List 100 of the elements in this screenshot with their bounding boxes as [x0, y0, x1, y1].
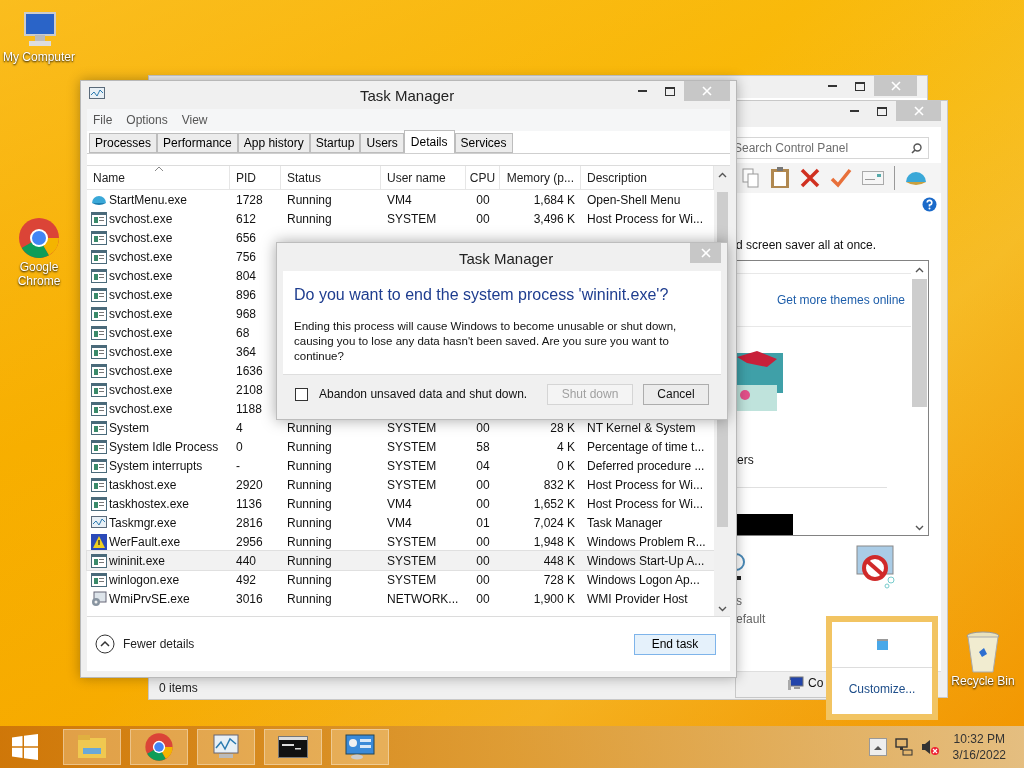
user-cell-text: SYSTEM [386, 419, 438, 437]
status-cell-text: Running [286, 191, 333, 209]
memory-cell-text: 4 K [556, 438, 576, 456]
pid-cell-text: 1188 [235, 400, 263, 418]
process-name: Taskmgr.exe [109, 514, 177, 532]
status-cell-text: Running [286, 552, 333, 570]
pid-cell-text: 756 [235, 248, 258, 266]
memory-cell-text: 1,684 K [532, 191, 576, 209]
theme-name: ers [737, 452, 755, 469]
status-cell-text: Running [286, 457, 333, 475]
status-cell-text: Running [286, 210, 333, 228]
process-name: System Idle Process [109, 438, 219, 456]
description-cell-text: Host Process for Wi... [586, 210, 705, 228]
pid-cell-text: 0 [235, 438, 244, 456]
user-cell-text: SYSTEM [386, 457, 438, 475]
user-cell-text: VM4 [386, 514, 413, 532]
pid-cell-text: 612 [235, 210, 258, 228]
status-cell-text: Running [286, 419, 333, 437]
memory-cell-text: 1,900 K [532, 590, 576, 608]
pid-cell-text: 3016 [235, 590, 264, 608]
setting-label: efault [736, 611, 766, 628]
description-cell-text: Host Process for Wi... [586, 495, 705, 513]
setting-label: s [736, 593, 743, 610]
status-text: Co [808, 674, 824, 692]
process-name: svchost.exe [109, 248, 173, 266]
pid-cell-text: 656 [235, 229, 258, 247]
memory-cell-text: 1,948 K [532, 533, 576, 551]
description-cell-text: Task Manager [586, 514, 664, 532]
process-name: StartMenu.exe [109, 191, 188, 209]
cpu-cell-text: 04 [475, 457, 491, 475]
user-cell-text: SYSTEM [386, 438, 438, 456]
user-cell-text: SYSTEM [386, 552, 438, 570]
process-name: System [109, 419, 149, 437]
status-cell-text: Running [286, 495, 333, 513]
user-cell-text: SYSTEM [386, 533, 438, 551]
process-name: svchost.exe [109, 324, 173, 342]
pid-cell-text: 2956 [235, 533, 264, 551]
user-cell-text: SYSTEM [386, 571, 438, 589]
memory-cell-text: 1,652 K [532, 495, 576, 513]
cpu-cell-text: 00 [475, 419, 491, 437]
description-cell-text: Open-Shell Menu [586, 191, 682, 209]
process-name: svchost.exe [109, 210, 173, 228]
pid-cell-text: 1636 [235, 362, 264, 380]
dialog-message: Ending this process will cause Windows to become unusable or shut down, causing you to lose any data hasn't been saved. Are you sure you want to continue? [294, 319, 678, 364]
user-cell-text: VM4 [386, 495, 413, 513]
pid-cell-text: 364 [235, 343, 258, 361]
description-cell-text: WMI Provider Host [586, 590, 689, 608]
pid-cell-text: - [235, 457, 241, 475]
process-name: svchost.exe [109, 267, 173, 285]
status-cell-text: Running [286, 438, 333, 456]
description-cell-text: Windows Start-Up A... [586, 552, 706, 570]
clock-date: 3/16/2022 [952, 747, 1006, 763]
memory-cell-text: 7,024 K [532, 514, 576, 532]
window-title: Task Manager [360, 86, 455, 106]
process-name: svchost.exe [109, 381, 173, 399]
pid-cell-text: 1136 [235, 495, 263, 513]
process-name: svchost.exe [109, 400, 173, 418]
cpu-cell-text: 00 [475, 210, 491, 228]
description-cell-text: Windows Logon Ap... [586, 571, 701, 589]
status-cell-text: Running [286, 514, 333, 532]
process-name: svchost.exe [109, 305, 173, 323]
pid-cell-text: 804 [235, 267, 258, 285]
cpu-cell-text: 01 [475, 514, 491, 532]
status-cell-text: Running [286, 533, 333, 551]
memory-cell-text: 28 K [549, 419, 576, 437]
process-name: svchost.exe [109, 362, 173, 380]
status-text: 0 items [159, 679, 198, 697]
process-name: taskhostex.exe [109, 495, 190, 513]
pid-cell-text: 2920 [235, 476, 264, 494]
dialog-title: Task Manager [459, 249, 554, 269]
dialog-heading: Do you want to end the system process 'wininit.exe'? [294, 285, 670, 305]
process-name: WmiPrvSE.exe [109, 590, 190, 608]
cpu-cell-text: 00 [475, 495, 491, 513]
memory-cell-text: 728 K [542, 571, 576, 589]
status-cell-text: Running [286, 571, 333, 589]
description-cell-text: Deferred procedure ... [586, 457, 706, 475]
description-cell-text: NT Kernel & System [586, 419, 697, 437]
cpu-cell-text: 00 [475, 552, 491, 570]
pid-cell-text: 68 [235, 324, 251, 342]
pid-cell-text: 1728 [235, 191, 264, 209]
cpu-cell-text: 00 [475, 590, 491, 608]
cpu-cell-text: 58 [475, 438, 491, 456]
process-name: System interrupts [109, 457, 203, 475]
process-name: taskhost.exe [109, 476, 177, 494]
process-name: WerFault.exe [109, 533, 181, 551]
cpu-cell-text: 00 [475, 191, 491, 209]
description-cell-text: Windows Problem R... [586, 533, 707, 551]
user-cell-text: SYSTEM [386, 210, 438, 228]
cpu-cell-text: 00 [475, 571, 491, 589]
user-cell-text: SYSTEM [386, 476, 438, 494]
status-cell-text: Running [286, 476, 333, 494]
process-name: svchost.exe [109, 229, 173, 247]
clock-time: 10:32 PM [953, 731, 1005, 747]
user-cell-text: NETWORK... [386, 590, 460, 608]
pid-cell-text: 2816 [235, 514, 264, 532]
process-name: svchost.exe [109, 343, 173, 361]
process-name: winlogon.exe [109, 571, 180, 589]
pid-cell-text: 4 [235, 419, 244, 437]
status-cell-text: Running [286, 590, 333, 608]
pid-cell-text: 492 [235, 571, 258, 589]
